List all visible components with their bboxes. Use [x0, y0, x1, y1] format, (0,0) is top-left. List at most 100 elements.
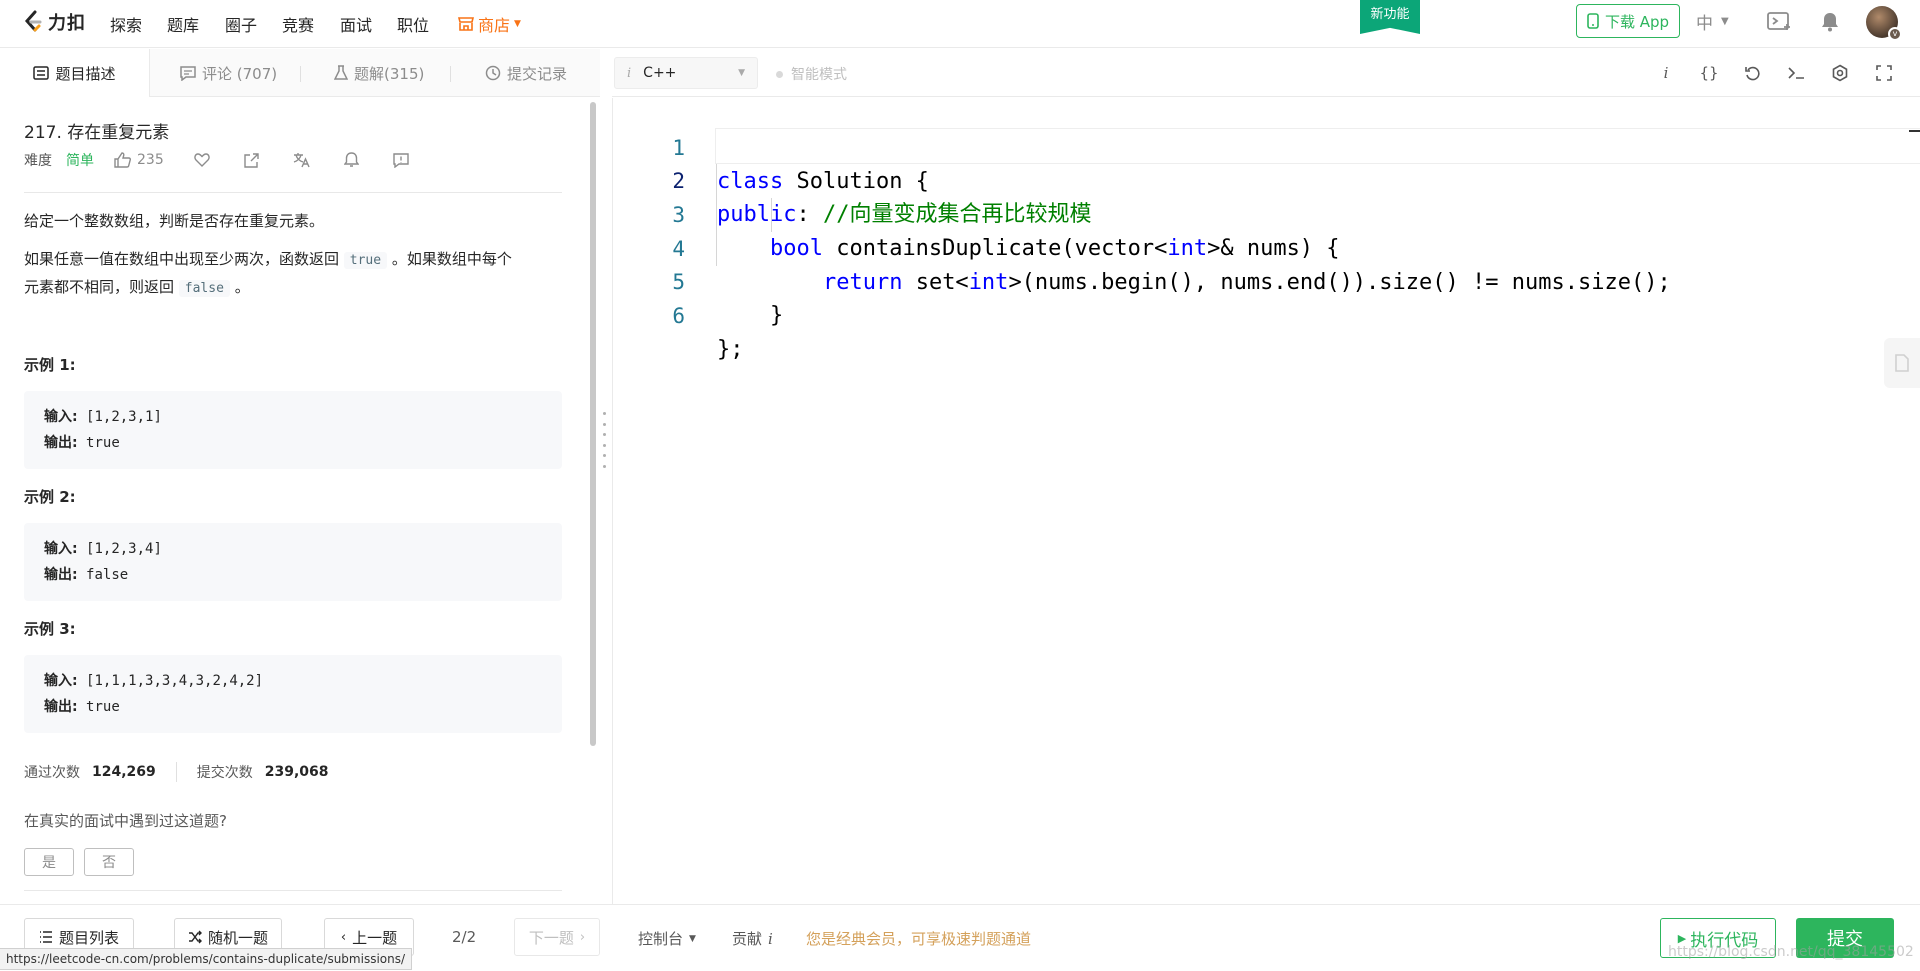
contribute-link[interactable]: 贡献 i: [732, 928, 773, 949]
smart-mode-toggle[interactable]: 智能模式: [776, 64, 847, 84]
new-feature-badge[interactable]: 新功能: [1360, 0, 1420, 34]
document-icon: [1895, 354, 1909, 372]
nav-interview[interactable]: 面试: [340, 12, 372, 36]
flask-icon: [334, 65, 348, 80]
editor-toolbar: i C++ ▼ 智能模式 i {}: [612, 49, 1920, 97]
caret-down-icon: ▼: [1721, 16, 1729, 27]
code-line: 4 return set<int>(nums.begin(), nums.end…: [613, 198, 1913, 295]
description-paragraph: 给定一个整数数组，判断是否存在重复元素。: [24, 212, 325, 230]
heart-icon[interactable]: [193, 153, 210, 167]
difficulty-label: 难度: [24, 153, 52, 169]
like-button[interactable]: 235: [114, 152, 164, 168]
yes-button[interactable]: 是: [24, 848, 74, 876]
code-line: 2 public: //向量变成集合再比较规模: [613, 130, 1913, 227]
tab-divider: [300, 66, 301, 82]
language-select[interactable]: i C++ ▼: [614, 57, 758, 89]
user-avatar[interactable]: v: [1866, 6, 1902, 41]
thumbs-up-icon: [114, 152, 131, 168]
terminal-icon[interactable]: [1784, 61, 1808, 85]
problem-tabs: 题目描述 评论 (707) 题解(315) 提交记录: [0, 49, 600, 97]
chevron-right-icon: ›: [579, 929, 586, 945]
tab-comments[interactable]: 评论 (707): [180, 49, 277, 97]
top-navbar: 力扣 探索 题库 圈子 竞赛 面试 职位 商店 ▼ 新功能 下载 App 中 ▼…: [0, 0, 1920, 48]
next-problem-button[interactable]: 下一题 ›: [514, 918, 600, 956]
fullscreen-icon[interactable]: [1872, 61, 1896, 85]
tab-solutions[interactable]: 题解(315): [334, 49, 424, 97]
translate-icon[interactable]: [293, 152, 310, 168]
nav-circle[interactable]: 圈子: [225, 12, 257, 36]
settings-gear-icon[interactable]: [1828, 61, 1852, 85]
accepted-label: 通过次数: [24, 765, 80, 781]
caret-down-icon: ▼: [738, 68, 745, 78]
prev-problem-label: 上一题: [352, 928, 398, 947]
example-label: 示例 1:: [24, 356, 76, 374]
example-input: [1,2,3,4]: [77, 541, 162, 557]
description-text: 如果任意一值在数组中出现至少两次，函数返回: [24, 250, 344, 268]
clock-icon: [485, 65, 501, 81]
inline-code: false: [178, 280, 230, 297]
description-text: 元素都不相同，则返回: [24, 278, 179, 296]
bell-icon[interactable]: [1816, 8, 1844, 36]
code-line: 1 class Solution {: [613, 97, 1913, 194]
code-text: }: [717, 303, 784, 328]
nav-problemset[interactable]: 题库: [167, 12, 199, 36]
tab-divider: [450, 66, 451, 82]
logo-text: 力扣: [48, 13, 86, 34]
side-feedback-tab[interactable]: [1884, 338, 1920, 388]
example-box: 输入: [1,1,1,3,3,4,3,2,4,2] 输出: true: [24, 655, 562, 733]
input-label: 输入:: [44, 673, 78, 689]
example-output: true: [77, 699, 120, 715]
toggle-dot: [776, 70, 783, 78]
panel-resize-handle[interactable]: [603, 412, 607, 468]
tab-comments-label: 评论 (707): [202, 64, 278, 83]
submissions-label: 提交次数: [196, 765, 253, 781]
output-label: 输出:: [44, 567, 78, 583]
description-text: 。如果数组中每个: [387, 250, 512, 268]
code-text: };: [717, 337, 744, 362]
reset-icon[interactable]: [1741, 61, 1765, 85]
divider: [24, 192, 562, 193]
info-icon[interactable]: i: [1654, 61, 1678, 85]
info-icon: i: [627, 65, 632, 81]
list-icon: [39, 931, 52, 943]
input-label: 输入:: [44, 541, 78, 557]
code-editor[interactable]: 1 class Solution { 2 public: //向量变成集合再比较…: [612, 98, 1920, 904]
member-notice: 您是经典会员，可享极速判题通道: [806, 930, 1032, 948]
next-problem-label: 下一题: [528, 928, 574, 947]
leetcode-logo[interactable]: 力扣: [22, 9, 86, 35]
nav-jobs[interactable]: 职位: [397, 12, 429, 36]
playground-icon[interactable]: [1766, 8, 1794, 36]
no-button[interactable]: 否: [84, 848, 134, 876]
tab-description[interactable]: 题目描述: [0, 49, 150, 97]
nav-shop-label: 商店: [478, 16, 511, 35]
example-input: [1,1,1,3,3,4,3,2,4,2]: [77, 673, 264, 689]
braces-icon[interactable]: {}: [1697, 61, 1721, 85]
nav-explore[interactable]: 探索: [110, 12, 142, 36]
tab-submissions[interactable]: 提交记录: [485, 49, 567, 97]
download-app-button[interactable]: 下载 App: [1576, 4, 1680, 38]
feedback-icon[interactable]: [393, 152, 409, 168]
example-box: 输入: [1,2,3,1] 输出: true: [24, 391, 562, 469]
submissions-count: 239,068: [264, 764, 329, 780]
status-bar-url: https://leetcode-cn.com/problems/contain…: [0, 948, 413, 970]
description-scrollbar[interactable]: [590, 102, 596, 746]
nav-contest[interactable]: 竞赛: [282, 12, 314, 36]
shop-icon: [458, 17, 474, 31]
example-label: 示例 3:: [24, 620, 76, 638]
problem-meta: 难度 简单 235: [24, 150, 409, 170]
code-line: 3 bool containsDuplicate(vector<int>& nu…: [613, 164, 1913, 261]
caret-down-icon: ▼: [689, 933, 696, 944]
accepted-count: 124,269: [92, 764, 156, 780]
nav-shop[interactable]: 商店 ▼: [458, 12, 521, 36]
problem-stats: 通过次数 124,269 提交次数 239,068: [24, 762, 329, 782]
console-toggle[interactable]: 控制台 ▼: [638, 928, 696, 949]
notification-bell-icon[interactable]: [343, 152, 359, 168]
phone-icon: [1587, 13, 1599, 29]
share-icon[interactable]: [244, 152, 259, 168]
shuffle-icon: [188, 930, 202, 944]
code-line: 6 };: [613, 265, 1913, 362]
language-select-value: C++: [643, 65, 677, 81]
console-label: 控制台: [638, 930, 684, 948]
language-switcher[interactable]: 中 ▼: [1696, 9, 1729, 34]
document-icon: [33, 66, 50, 80]
